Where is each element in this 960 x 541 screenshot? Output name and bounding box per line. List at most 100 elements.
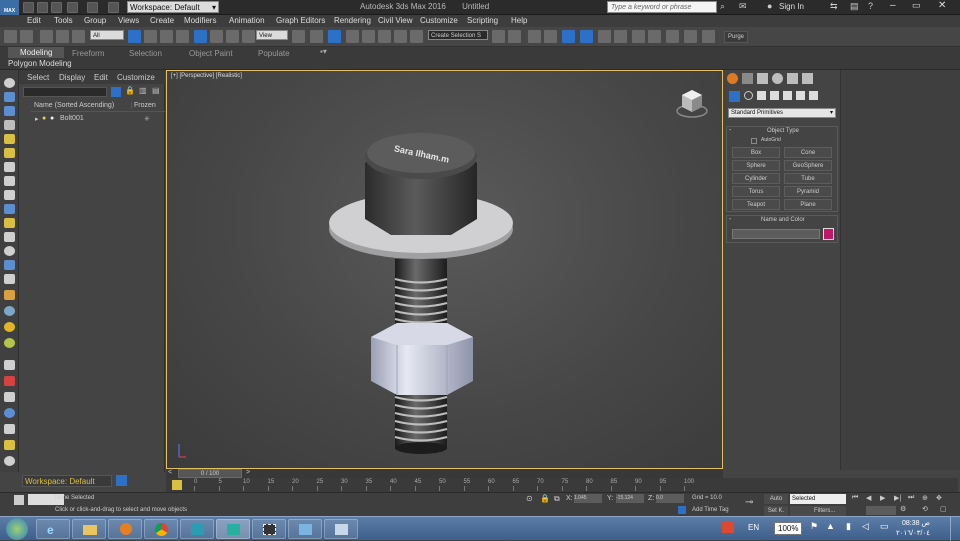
project-folder-icon[interactable] [108, 2, 119, 13]
display-containers-icon[interactable] [4, 246, 15, 256]
display-none-icon[interactable] [4, 78, 15, 88]
create-box-button[interactable]: Box [732, 147, 780, 158]
auto-key-button[interactable]: Auto [764, 494, 788, 504]
motion-tab-icon[interactable] [772, 73, 783, 84]
display-shapes-icon[interactable] [4, 134, 15, 144]
display-invert-icon[interactable] [4, 106, 15, 116]
menu-edit[interactable]: Edit [27, 16, 41, 25]
display-bones-icon[interactable] [4, 232, 15, 242]
absolute-mode-icon[interactable]: ⧉ [554, 494, 560, 504]
undo-icon[interactable] [67, 2, 78, 13]
taskbar-movie-maker[interactable] [252, 519, 286, 539]
next-frame-icon[interactable]: ▶| [894, 494, 901, 502]
expand-arrow-icon[interactable]: ▸ [35, 115, 39, 123]
selection-lock-icon[interactable]: 🔒 [540, 494, 550, 503]
tab-modeling[interactable]: Modeling [8, 47, 65, 58]
percent-snap-icon[interactable] [378, 30, 391, 43]
workspace-dropdown[interactable]: Workspace: Default ▾ [127, 1, 219, 13]
sync-selection-icon[interactable] [4, 440, 15, 450]
keyboard-shortcut-override-icon[interactable] [328, 30, 341, 43]
sort-icon[interactable] [4, 376, 15, 386]
object-name-input[interactable] [732, 229, 820, 239]
display-influences-icon[interactable] [4, 306, 15, 316]
taskbar-chrome[interactable] [144, 519, 178, 539]
menu-rendering[interactable]: Rendering [334, 16, 371, 25]
taskbar-internet-explorer[interactable]: e [36, 519, 70, 539]
sign-in-link[interactable]: Sign In [779, 2, 804, 11]
isolate-selection-icon[interactable]: ⊙ [526, 494, 533, 503]
ribbon-polygon-modeling[interactable]: Polygon Modeling [8, 59, 72, 68]
set-key-button[interactable]: Set K. [764, 506, 788, 516]
angle-snap-icon[interactable] [362, 30, 375, 43]
menu-animation[interactable]: Animation [229, 16, 265, 25]
time-prev-arrow-icon[interactable]: < [168, 469, 172, 476]
sphere-icon[interactable] [4, 338, 15, 348]
select-object-icon[interactable] [128, 30, 141, 43]
shapes-icon[interactable] [744, 91, 753, 100]
curve-editor-icon[interactable] [580, 30, 593, 43]
schematic-view-icon[interactable] [598, 30, 611, 43]
menu-views[interactable]: Views [118, 16, 139, 25]
office-notify-icon[interactable] [722, 521, 734, 533]
menu-create[interactable]: Create [150, 16, 174, 25]
render-setup-icon[interactable] [632, 30, 645, 43]
render-iterative-icon[interactable] [684, 30, 697, 43]
globe-icon[interactable] [4, 408, 15, 418]
spacewarps-icon[interactable] [796, 91, 805, 100]
select-place-icon[interactable] [242, 30, 255, 43]
start-button[interactable] [6, 518, 28, 540]
list-item[interactable]: ▸ ● ● Bolt001 ✳ [33, 115, 163, 124]
named-selection-dropdown[interactable]: Create Selection S [428, 30, 488, 40]
pan-view-icon[interactable]: ✥ [936, 494, 942, 502]
explorer-tab-customize[interactable]: Customize [117, 73, 155, 82]
spinner-snap-icon[interactable] [394, 30, 407, 43]
display-tab-icon[interactable] [787, 73, 798, 84]
column-frozen-header[interactable]: Frozen [131, 102, 156, 109]
viewport-perspective[interactable]: [+] [Perspective] [Realistic] Sara Ilham… [166, 70, 723, 469]
tab-object-paint[interactable]: Object Paint [189, 49, 233, 58]
window-crossing-icon[interactable] [176, 30, 189, 43]
menu-customize[interactable]: Customize [420, 16, 458, 25]
lock-icon[interactable]: 🔒 [125, 86, 135, 95]
key-filters-button[interactable]: Filters... [790, 506, 846, 516]
undo-icon[interactable] [4, 30, 17, 43]
menu-civil-view[interactable]: Civil View [378, 16, 413, 25]
clock-time[interactable]: 08:38 ص [902, 519, 930, 527]
search-icon[interactable]: ⌕ [720, 1, 725, 12]
time-next-arrow-icon[interactable]: > [246, 469, 250, 476]
user-icon[interactable]: ● [767, 1, 772, 11]
key-mode-dropdown[interactable]: Selected [790, 494, 846, 504]
select-manipulate-icon[interactable] [310, 30, 323, 43]
tray-icon[interactable]: ▲ [826, 521, 835, 531]
column-name-header[interactable]: Name (Sorted Ascending) [34, 102, 114, 109]
maxscript-listener-icon[interactable] [14, 495, 24, 505]
display-frozen-icon[interactable] [4, 260, 15, 270]
create-teapot-button[interactable]: Teapot [732, 199, 780, 210]
go-to-start-icon[interactable]: ⏮ [852, 494, 858, 502]
previous-frame-icon[interactable]: ◀ [866, 494, 871, 502]
tab-freeform[interactable]: Freeform [72, 49, 104, 58]
name-color-title[interactable]: Name and Color [761, 217, 805, 223]
object-type-title[interactable]: Object Type [767, 128, 799, 134]
search-find-input[interactable] [23, 87, 107, 97]
play-icon[interactable]: ▶ [880, 494, 885, 502]
explorer-tab-edit[interactable]: Edit [94, 73, 108, 82]
menu-help[interactable]: Help [511, 16, 527, 25]
menu-scripting[interactable]: Scripting [467, 16, 498, 25]
taskbar-3dsmax-a[interactable] [180, 519, 214, 539]
display-all-children-icon[interactable] [4, 290, 15, 300]
align-icon[interactable] [508, 30, 521, 43]
select-by-name-icon[interactable] [144, 30, 157, 43]
purge-button[interactable]: Purge [724, 31, 748, 43]
search-input[interactable]: Type a keyword or phrase [607, 1, 717, 13]
sun-icon[interactable] [4, 322, 15, 332]
redo-icon[interactable] [20, 30, 33, 43]
ribbon-options-icon[interactable]: ▪▾ [320, 47, 327, 56]
scene-layer-icon[interactable] [4, 360, 15, 370]
visibility-bulb-icon[interactable]: ● [42, 115, 46, 122]
save-file-icon[interactable] [51, 2, 62, 13]
menu-graph-editors[interactable]: Graph Editors [276, 16, 325, 25]
pivot-center-icon[interactable] [292, 30, 305, 43]
menu-modifiers[interactable]: Modifiers [184, 16, 216, 25]
display-lights-icon[interactable] [4, 148, 15, 158]
